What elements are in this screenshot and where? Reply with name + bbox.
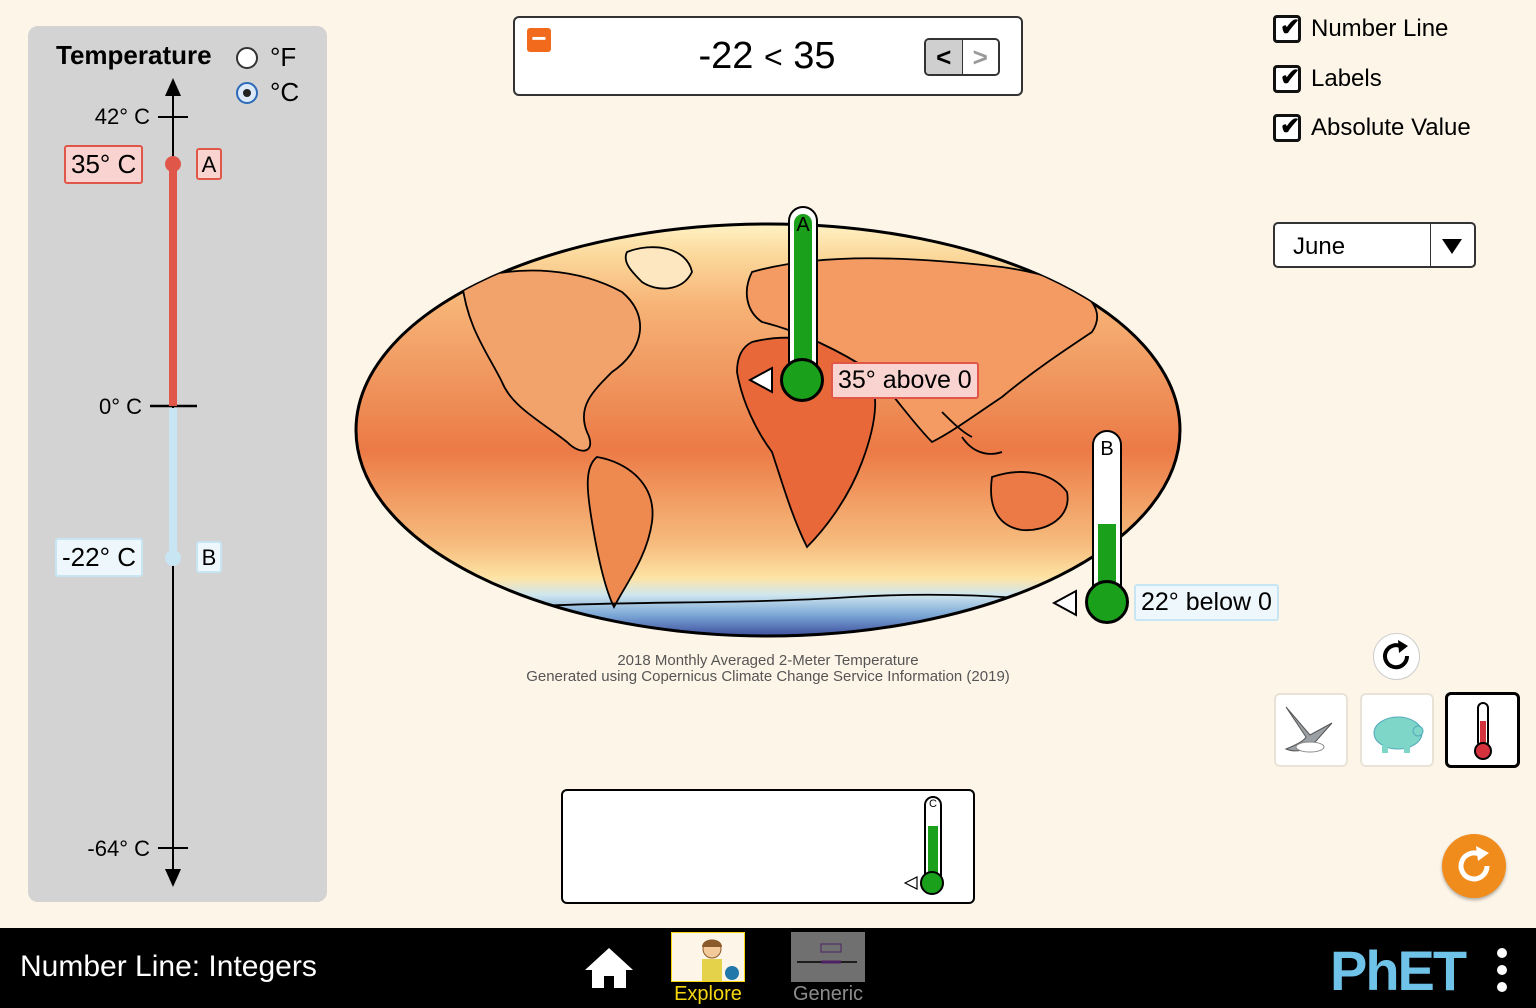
screen-tab-generic[interactable]: Generic xyxy=(790,931,866,1007)
point-b-value-label: -22° C xyxy=(55,538,143,577)
checkbox-checked-icon: ✔ xyxy=(1273,14,1301,43)
tick-label-bottom: -64° C xyxy=(87,836,150,861)
more-options-menu[interactable] xyxy=(1494,946,1510,996)
triangle-pointer-icon xyxy=(904,876,918,890)
thermometer-c[interactable]: C xyxy=(924,796,942,880)
less-than-button[interactable]: < xyxy=(926,40,963,74)
comparison-right-value: 35 xyxy=(793,35,836,77)
chevron-down-icon xyxy=(1442,239,1462,254)
home-icon xyxy=(585,948,633,988)
thermometer-b-letter: B xyxy=(1100,438,1114,460)
comparison-expression: -22 < 35 xyxy=(667,35,867,78)
greater-than-button[interactable]: > xyxy=(962,40,998,74)
reset-all-button[interactable] xyxy=(1442,834,1506,898)
reset-icon xyxy=(1458,846,1490,882)
operator-toggle: < > xyxy=(924,38,1000,76)
home-button[interactable] xyxy=(582,944,636,992)
thermometer-a-label: 35° above 0 xyxy=(831,362,979,399)
vertical-number-line xyxy=(150,78,197,887)
map-caption-line1: 2018 Monthly Averaged 2-Meter Temperatur… xyxy=(617,652,919,669)
triangle-pointer-icon xyxy=(748,366,773,394)
bird-icon xyxy=(1284,706,1333,753)
refresh-button[interactable] xyxy=(1373,633,1420,680)
piggy-bank-scene-button[interactable] xyxy=(1360,693,1434,767)
point-b-marker xyxy=(165,550,181,566)
comparison-operator: < xyxy=(763,39,783,75)
tick-label-zero: 0° C xyxy=(98,394,142,419)
positive-magnitude-bar xyxy=(169,164,177,406)
generic-screen-icon xyxy=(791,932,865,982)
phet-logo[interactable]: PhET xyxy=(1330,938,1467,1003)
point-b-letter: B xyxy=(196,541,222,573)
thermometer-a-letter: A xyxy=(796,214,810,236)
thermometer-a[interactable]: A xyxy=(788,206,818,380)
refresh-icon xyxy=(1383,640,1410,670)
point-a-marker xyxy=(165,156,181,172)
sim-title: Number Line: Integers xyxy=(20,950,317,983)
checkbox-checked-icon: ✔ xyxy=(1273,64,1301,93)
point-a-value-label: 35° C xyxy=(64,145,144,184)
thermometer-icon xyxy=(1474,702,1492,760)
comparison-statement-panel: − -22 < 35 < > xyxy=(513,16,1023,96)
select-divider xyxy=(1430,224,1431,266)
explore-screen-icon xyxy=(671,932,745,982)
negative-magnitude-bar xyxy=(169,408,177,558)
month-select[interactable]: June xyxy=(1273,222,1476,268)
bird-scene-button[interactable] xyxy=(1274,693,1348,767)
screen-tab-generic-label: Generic xyxy=(792,983,864,1005)
map-caption: 2018 Monthly Averaged 2-Meter Temperatur… xyxy=(430,653,1106,685)
thermometer-b-bulb[interactable] xyxy=(1085,580,1129,624)
triangle-pointer-icon xyxy=(1052,589,1077,617)
screen-tab-explore-label: Explore xyxy=(674,983,742,1005)
world-temperature-map xyxy=(354,222,1182,638)
absolute-value-checkbox[interactable]: ✔ Absolute Value xyxy=(1273,113,1471,142)
thermometer-a-bulb[interactable] xyxy=(780,358,824,402)
navigation-bar: Number Line: Integers Explore Generic Ph… xyxy=(0,928,1536,1008)
minus-icon: − xyxy=(531,23,547,53)
thermometer-c-letter: C xyxy=(929,798,937,810)
arrow-down-icon xyxy=(165,869,181,887)
labels-checkbox-label: Labels xyxy=(1311,65,1382,92)
thermometer-scene-button[interactable] xyxy=(1445,692,1520,768)
map-caption-line2: Generated using Copernicus Climate Chang… xyxy=(526,668,1010,685)
month-value: June xyxy=(1293,233,1346,260)
tick-label-top: 42° C xyxy=(94,104,150,129)
screen-tab-explore[interactable]: Explore xyxy=(670,931,746,1007)
thermometer-b[interactable]: B xyxy=(1092,430,1122,606)
collapse-button[interactable]: − xyxy=(527,25,551,52)
thermometer-c-bulb[interactable] xyxy=(920,871,944,895)
arrow-up-icon xyxy=(165,78,181,96)
more-vertical-icon xyxy=(1497,948,1507,992)
checkbox-checked-icon: ✔ xyxy=(1273,113,1301,142)
number-line-checkbox[interactable]: ✔ Number Line xyxy=(1273,14,1449,43)
piggy-bank-icon xyxy=(1373,716,1424,753)
thermometer-b-label: 22° below 0 xyxy=(1134,584,1279,621)
point-a-letter: A xyxy=(196,148,222,180)
number-line-checkbox-label: Number Line xyxy=(1311,15,1449,42)
absolute-value-checkbox-label: Absolute Value xyxy=(1311,114,1471,141)
thermometer-a-fill xyxy=(794,214,812,380)
labels-checkbox[interactable]: ✔ Labels xyxy=(1273,64,1382,93)
comparison-left-value: -22 xyxy=(698,35,754,77)
